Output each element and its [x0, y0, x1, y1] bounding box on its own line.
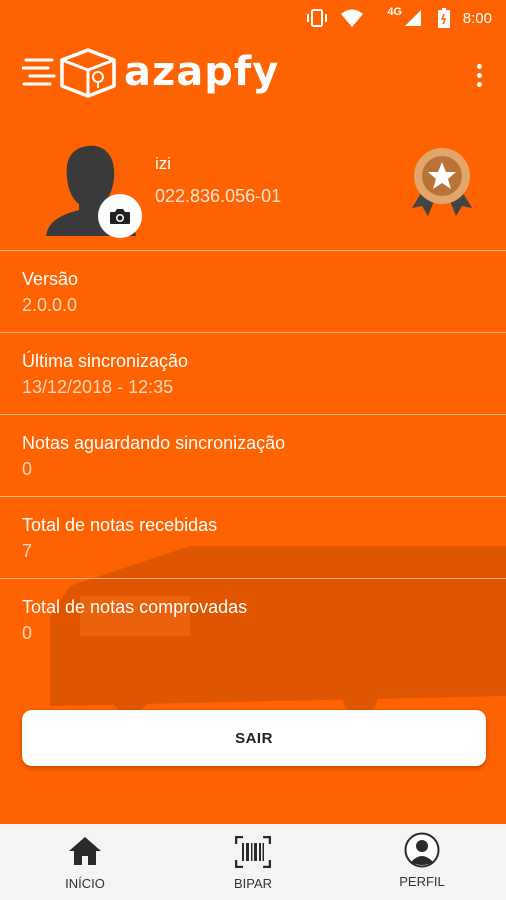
barcode-icon	[234, 835, 272, 873]
logout-button[interactable]: SAIR	[22, 710, 486, 766]
app-bar: azapfy	[0, 36, 506, 116]
nav-label-profile: PERFIL	[399, 874, 445, 889]
nav-item-profile[interactable]: PERFIL	[352, 824, 492, 900]
signal-icon	[404, 0, 422, 36]
camera-icon[interactable]	[98, 194, 142, 238]
overflow-menu-icon[interactable]	[474, 64, 484, 90]
info-value: 13/12/2018 - 12:35	[22, 377, 174, 397]
info-row-pending-notes: Notas aguardando sincronização 0	[0, 414, 506, 495]
profile-header: izi 022.836.056-01	[0, 128, 506, 250]
info-value: 2.0.0.0	[22, 295, 78, 315]
info-label: Notas aguardando sincronização	[22, 433, 286, 453]
info-label: Versão	[22, 269, 79, 289]
status-bar: 4G 8:00	[0, 0, 506, 36]
nav-item-home[interactable]: INÍCIO	[15, 824, 155, 900]
logo-text: azapfy	[124, 49, 280, 95]
info-label: Total de notas recebidas	[22, 515, 218, 535]
battery-icon	[438, 0, 450, 36]
info-row-proven-notes: Total de notas comprovadas 0	[0, 578, 506, 659]
medal-star-icon	[410, 146, 474, 218]
info-value: 0	[22, 459, 33, 479]
logo-box-icon	[22, 48, 116, 98]
network-type: 4G	[387, 6, 402, 18]
status-time: 8:00	[462, 9, 492, 27]
nav-label-home: INÍCIO	[65, 876, 105, 891]
info-row-version: Versão 2.0.0.0	[0, 250, 506, 331]
vibrate-icon	[306, 0, 328, 36]
profile-icon	[404, 832, 440, 873]
nav-item-scan[interactable]: BIPAR	[183, 824, 323, 900]
info-value: 0	[22, 623, 33, 643]
info-value: 7	[22, 541, 33, 561]
nav-label-scan: BIPAR	[233, 876, 273, 891]
home-icon	[68, 836, 102, 871]
app-logo: azapfy	[22, 46, 279, 98]
info-row-last-sync: Última sincronização 13/12/2018 - 12:35	[0, 332, 506, 413]
info-label: Total de notas comprovadas	[22, 597, 248, 617]
info-row-received-notes: Total de notas recebidas 7	[0, 496, 506, 577]
user-document: 022.836.056-01	[155, 186, 282, 206]
user-name: izi	[155, 154, 172, 173]
bottom-nav: INÍCIO BIPAR PERFIL	[0, 824, 506, 900]
wifi-icon	[340, 0, 364, 36]
info-label: Última sincronização	[22, 351, 189, 371]
